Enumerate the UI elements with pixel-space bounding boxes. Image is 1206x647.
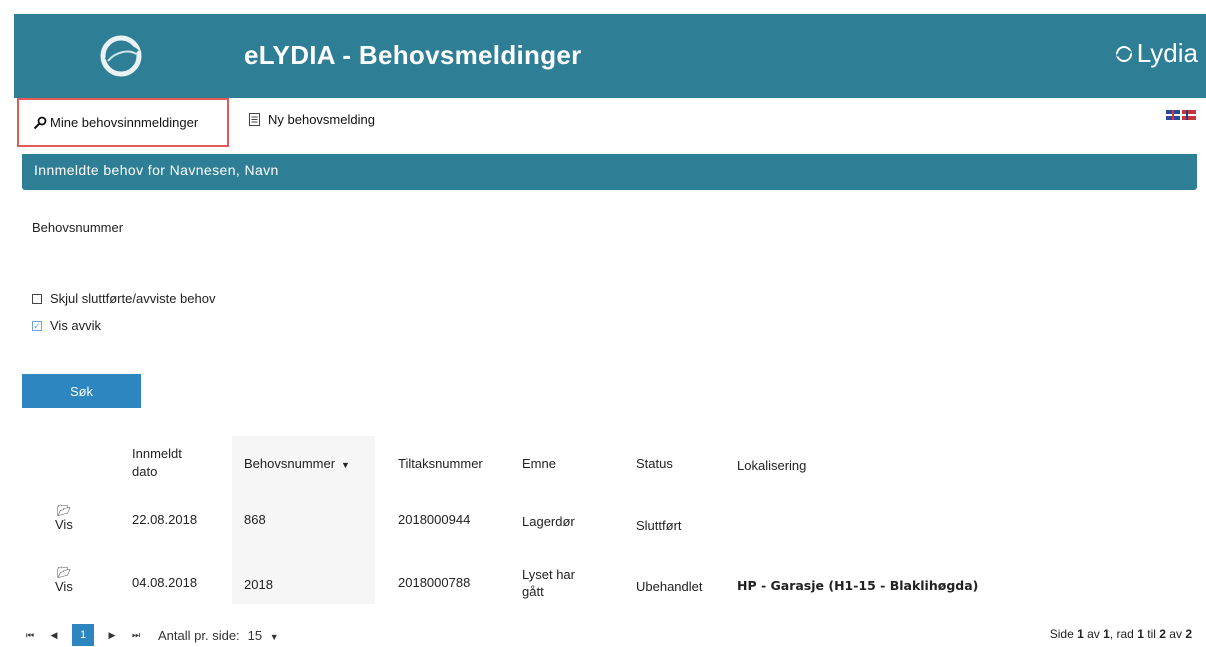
vis-label: Vis	[55, 517, 73, 532]
per-page-label: Antall pr. side:	[158, 627, 240, 643]
hide-completed-checkbox[interactable]: Skjul sluttførte/avviste behov	[32, 291, 215, 306]
summary-rad: , rad	[1109, 627, 1134, 641]
english-flag-icon[interactable]	[1166, 110, 1180, 120]
language-switcher	[1166, 110, 1196, 120]
app-title: eLYDIA - Behovsmeldinger	[244, 40, 582, 70]
document-icon	[249, 113, 260, 126]
row-1-vis-button[interactable]: 📂︎ Vis	[55, 505, 73, 532]
row-1-tiltaksnummer: 2018000944	[398, 512, 471, 527]
page-number-button[interactable]: 1	[72, 624, 94, 646]
checkbox-checked-icon[interactable]: ✓	[32, 320, 42, 331]
column-header-lokalisering[interactable]: Lokalisering	[737, 457, 806, 475]
row-2-status: Ubehandlet	[636, 579, 703, 594]
vis-label: Vis	[55, 579, 73, 594]
summary-til: til	[1147, 627, 1156, 641]
show-deviations-label: Vis avvik	[50, 318, 102, 333]
row-2-lokalisering: HP - Garasje (H1-15 - Blaklihøgda)	[737, 578, 979, 593]
summary-page: 1	[1077, 627, 1084, 641]
last-page-icon[interactable]: ⏭︎	[124, 630, 148, 641]
column-header-behovsnummer-label: Behovsnummer	[244, 456, 336, 471]
brand-swirl-icon	[1115, 45, 1132, 62]
brand-name: Lydia	[1136, 38, 1198, 68]
row-1-innmeldt: 22.08.2018	[132, 512, 198, 527]
brand-logo: Lydia	[1115, 38, 1198, 69]
summary-av: av	[1087, 627, 1100, 641]
folder-open-icon: 📂︎	[57, 567, 71, 579]
summary-to: 2	[1159, 627, 1166, 641]
row-2-behovsnummer: 2018	[244, 577, 273, 592]
chevron-down-icon: ▼	[269, 631, 279, 642]
tab-mine-label: Mine behovsinnmeldinger	[50, 115, 199, 130]
row-2-vis-button[interactable]: 📂︎ Vis	[55, 567, 73, 594]
show-deviations-checkbox[interactable]: ✓ Vis avvik	[32, 318, 101, 333]
per-page-value: 15	[247, 627, 263, 643]
per-page-select[interactable]: 15 ▼	[248, 628, 279, 643]
row-1-status: Sluttført	[636, 518, 682, 533]
column-header-emne[interactable]: Emne	[522, 455, 556, 473]
column-header-innmeldt-dato[interactable]: Innmeldt dato	[132, 445, 202, 481]
summary-side: Side	[1049, 627, 1074, 641]
previous-page-icon[interactable]: ◀︎	[42, 630, 66, 641]
summary-total: 2	[1185, 627, 1192, 641]
row-2-tiltaksnummer: 2018000788	[398, 575, 471, 590]
first-page-icon[interactable]: ⏮︎	[18, 630, 42, 641]
column-header-tiltaksnummer[interactable]: Tiltaksnummer	[398, 455, 483, 473]
summary-av-2: av	[1169, 627, 1182, 641]
summary-from: 1	[1137, 627, 1144, 641]
column-header-behovsnummer[interactable]: Behovsnummer ▼	[244, 455, 350, 474]
row-1-behovsnummer: 868	[244, 512, 266, 527]
pager: ⏮︎ ◀︎ 1 ▶︎ ⏭︎ Antall pr. side: 15 ▼	[18, 624, 279, 646]
folder-open-icon: 📂︎	[57, 505, 71, 517]
search-key-icon	[33, 116, 47, 129]
summary-total-pages: 1	[1103, 627, 1110, 641]
row-1-emne: Lagerdør	[522, 514, 575, 529]
behovsnummer-label: Behovsnummer	[32, 220, 124, 235]
tab-new-behovsmelding[interactable]: Ny behovsmelding	[249, 112, 375, 127]
pager-summary: Side 1 av 1, rad 1 til 2 av 2	[1050, 627, 1192, 641]
norwegian-flag-icon[interactable]	[1182, 110, 1196, 120]
next-page-icon[interactable]: ▶︎	[100, 630, 124, 641]
section-title-bar: Innmeldte behov for Navnesen, Navn	[22, 154, 1197, 190]
column-header-status[interactable]: Status	[636, 455, 673, 473]
row-2-emne: Lyset har gått	[522, 567, 575, 599]
app-logo-icon	[100, 35, 142, 77]
row-2-innmeldt: 04.08.2018	[132, 575, 198, 590]
sort-desc-icon: ▼	[341, 460, 350, 470]
tab-mine-behovsinnmeldinger[interactable]: Mine behovsinnmeldinger	[17, 98, 229, 147]
search-button[interactable]: Søk	[22, 374, 141, 408]
checkbox-box[interactable]	[32, 293, 42, 304]
tab-new-label: Ny behovsmelding	[268, 112, 375, 127]
hide-completed-label: Skjul sluttførte/avviste behov	[50, 291, 216, 306]
app-header: eLYDIA - Behovsmeldinger Lydia	[14, 14, 1206, 98]
